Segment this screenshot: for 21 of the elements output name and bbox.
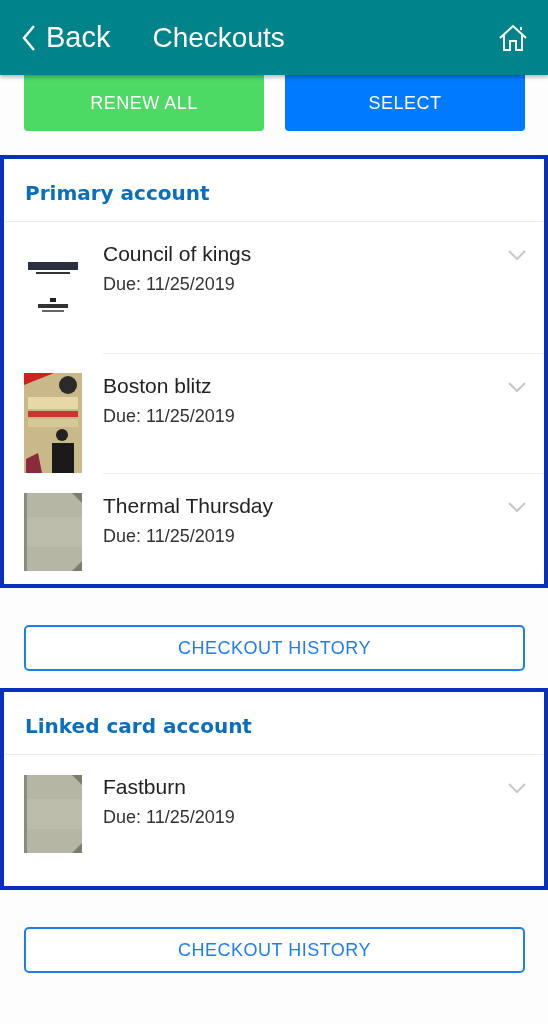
book-title: Fastburn <box>103 775 187 799</box>
book-title: Council of kings <box>103 242 252 266</box>
chevron-down-icon[interactable] <box>508 502 526 513</box>
back-chevron-icon <box>22 23 36 52</box>
section-title: Linked card account <box>4 692 544 755</box>
select-button[interactable]: SELECT <box>285 75 525 131</box>
section-title: Primary account <box>4 159 544 222</box>
home-icon[interactable] <box>498 23 528 52</box>
chevron-down-icon[interactable] <box>508 250 526 261</box>
book-title: Boston blitz <box>103 374 213 398</box>
due-date: Due: 11/25/2019 <box>103 807 235 828</box>
checkout-history-button[interactable]: CHECKOUT HISTORY <box>24 625 525 671</box>
back-button[interactable]: Back <box>22 21 111 54</box>
due-date: Due: 11/25/2019 <box>103 274 236 295</box>
chevron-down-icon[interactable] <box>508 783 526 794</box>
chevron-down-icon[interactable] <box>508 382 526 393</box>
due-date: Due: 11/25/2019 <box>103 406 235 427</box>
checkout-history-button[interactable]: CHECKOUT HISTORY <box>24 927 525 973</box>
book-title: Thermal Thursday <box>103 494 273 518</box>
page-title: Checkouts <box>152 21 286 54</box>
due-date: Due: 11/25/2019 <box>103 526 236 547</box>
